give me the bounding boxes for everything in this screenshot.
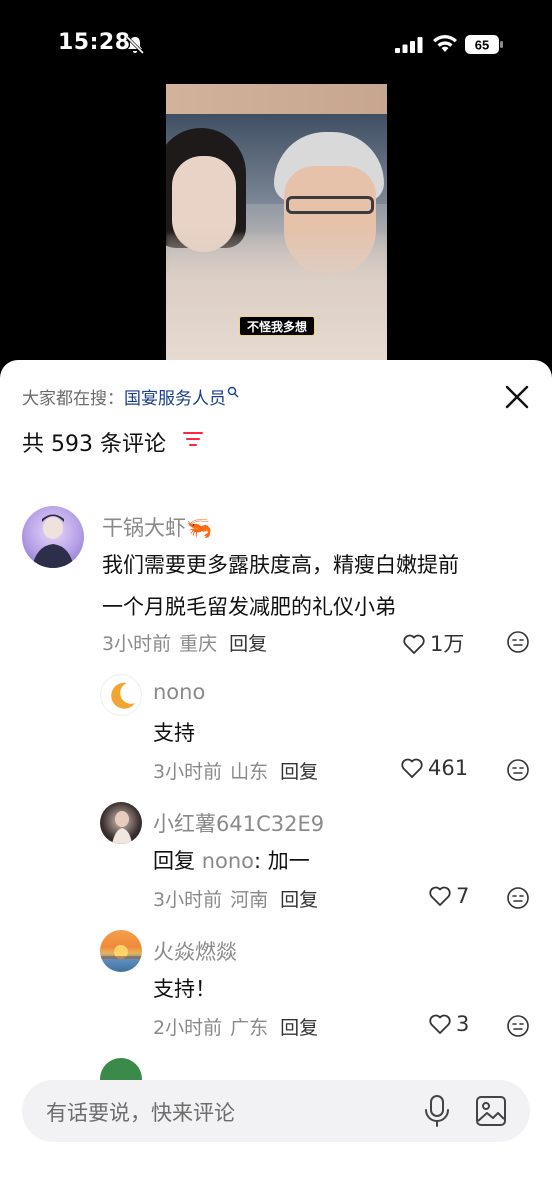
avatar[interactable] [100,674,142,716]
comment-text[interactable]: 支持！ [153,968,216,1010]
reply-button[interactable]: 回复 [229,633,267,655]
emoji-react-icon[interactable] [506,758,530,782]
wifi-icon [433,35,457,52]
bell-muted-icon [125,35,145,55]
like-button[interactable]: 7 [428,884,469,908]
close-icon[interactable] [500,380,534,414]
like-count: 7 [456,884,470,908]
heart-icon [403,634,425,654]
like-count: 3 [456,1012,470,1036]
comment-location: 河南 [230,889,269,911]
like-count: 461 [428,756,469,780]
comment-text[interactable]: 回复 nono: 加一 [153,840,310,882]
avatar[interactable] [100,930,142,972]
comment-author[interactable]: nono [153,680,205,704]
heart-icon [429,886,451,906]
comment-time: 3小时前 [153,889,223,911]
avatar[interactable] [22,506,84,568]
reply-button[interactable]: 回复 [280,761,318,783]
comment-location: 广东 [230,1017,269,1039]
video-subtitle: 不怪我多想 [239,316,315,336]
comment-author[interactable]: 火焱燃燚 [153,936,237,966]
comment-author[interactable]: 小红薯641C32E9 [153,808,324,838]
avatar[interactable] [100,802,142,844]
comment-input[interactable]: 有话要说，快来评论 [22,1080,530,1142]
comment-meta: 3小时前 重庆 回复 [102,629,267,656]
battery-level: 65 [475,38,489,53]
comment-meta: 3小时前 河南 回复 [153,885,318,912]
comment-input-placeholder: 有话要说，快来评论 [46,1101,235,1125]
comment-location: 山东 [230,761,269,783]
heart-icon [429,1014,451,1034]
comment-text[interactable]: 支持 [153,712,195,754]
search-icon [227,386,239,398]
reply-button[interactable]: 回复 [280,889,318,911]
emoji-react-icon[interactable] [506,886,530,910]
comment-meta: 3小时前 山东 回复 [153,757,318,784]
search-suggestion: 大家都在搜：国宴服务人员 [22,384,239,409]
like-button[interactable]: 1万 [402,628,464,658]
search-prefix: 大家都在搜： [22,389,124,409]
status-time: 15:28 [58,30,131,55]
emoji-react-icon[interactable] [506,630,530,654]
comment-author[interactable]: 干锅大虾🦐 [102,512,212,542]
signal-icon [395,37,423,53]
comment-count: 共 593 条评论 [22,432,166,457]
comment-time: 2小时前 [153,1017,223,1039]
comment-time: 3小时前 [102,633,172,655]
reply-to-user[interactable]: nono [202,849,254,873]
sort-icon[interactable] [182,428,204,450]
video-frame[interactable]: 不怪我多想 [166,84,387,374]
comment-text[interactable]: 我们需要更多露肤度高，精瘦白嫩提前 一个月脱毛留发减肥的礼仪小弟 [102,544,459,628]
like-button[interactable]: 3 [428,1012,469,1036]
heart-icon [401,758,423,778]
comment-time: 3小时前 [153,761,223,783]
comment-location: 重庆 [179,633,218,655]
comment-meta: 2小时前 广东 回复 [153,1013,318,1040]
shrimp-emoji: 🦐 [186,516,213,540]
battery-icon: 65 [465,35,503,54]
microphone-icon[interactable] [422,1094,452,1128]
video-player[interactable]: 不怪我多想 [0,84,552,374]
search-suggestion-link[interactable]: 国宴服务人员 [124,389,226,409]
reply-button[interactable]: 回复 [280,1017,318,1039]
image-icon[interactable] [474,1094,508,1128]
like-button[interactable]: 461 [400,756,468,780]
status-bar: 15:28 65 [0,0,552,84]
comment-sheet: 大家都在搜：国宴服务人员 共 593 条评论 干锅大虾🦐 我们需要更多露肤度高，… [0,360,552,1200]
like-count: 1万 [430,632,465,656]
emoji-react-icon[interactable] [506,1014,530,1038]
